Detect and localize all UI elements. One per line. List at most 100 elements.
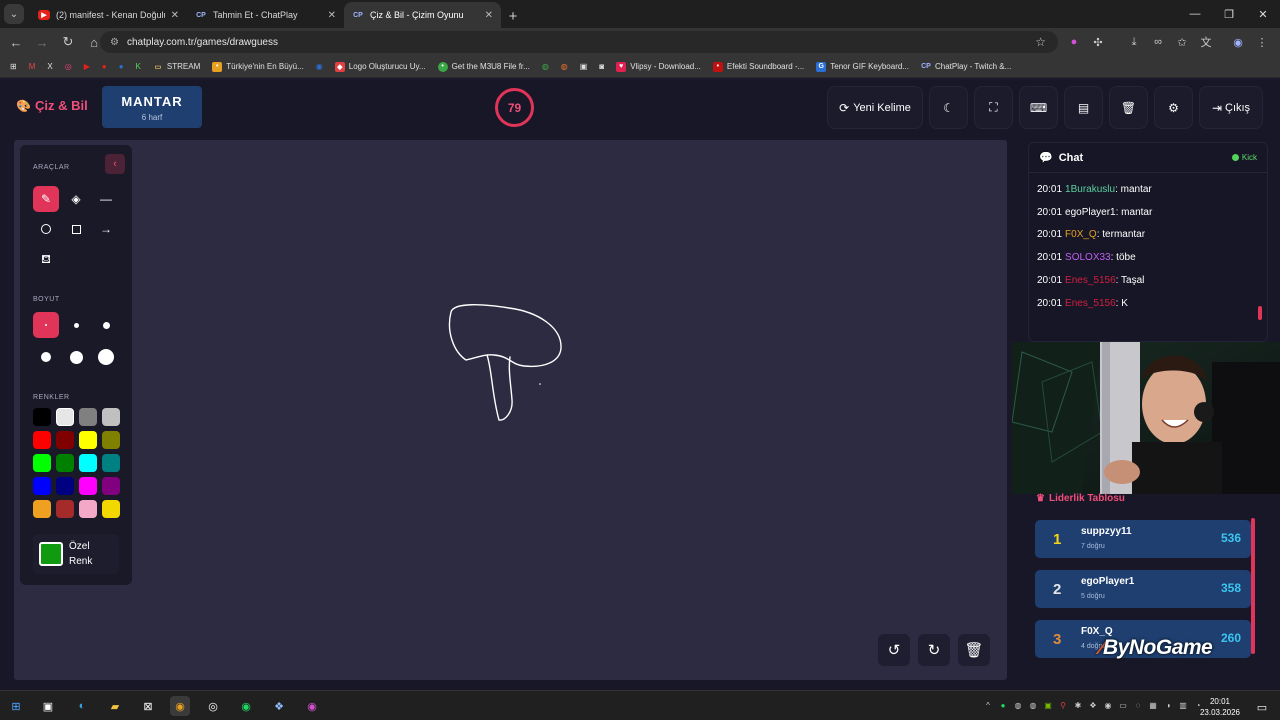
extension-icon[interactable]: ● [1064,32,1084,52]
tray-icon[interactable]: ▭ [1117,699,1129,712]
leaderboard-scrollbar[interactable] [1251,518,1255,654]
trash-button[interactable]: 🗑 [1109,86,1148,129]
chat-scrollbar[interactable] [1258,306,1262,320]
size-option-6[interactable] [93,344,119,370]
color-swatch[interactable] [33,431,51,449]
message-username[interactable]: 1Burakuslu [1065,184,1115,195]
notifications-icon[interactable]: ▭ [1252,697,1272,717]
line-tool[interactable]: — [93,186,119,212]
menu-icon[interactable]: ⋮ [1252,32,1272,52]
color-swatch[interactable] [33,408,51,426]
bookmark-m3u8[interactable]: • Get the M3U8 File fr... [434,61,534,72]
bookmark-site-icon[interactable]: ◙ [595,62,608,71]
network-icon[interactable]: ▥ [1177,699,1189,712]
color-swatch[interactable] [102,431,120,449]
message-username[interactable]: SOLOX33 [1065,252,1111,263]
bookmark-site-icon[interactable]: ● [98,62,111,71]
bookmark-site-icon[interactable]: ◍ [557,62,572,71]
color-swatch[interactable] [79,477,97,495]
collapse-panel-button[interactable]: ‹ [105,154,125,174]
clear-canvas-button[interactable]: 🗑 [958,634,990,666]
dark-mode-button[interactable]: ☾ [929,86,968,129]
profile-icon[interactable]: ◉ [1228,32,1248,52]
browser-tab-tahmin[interactable]: CP Tahmin Et - ChatPlay ✕ [187,2,344,28]
bookmark-turkiye[interactable]: • Türkiye'nin En Büyü... [208,61,308,72]
color-swatch[interactable] [33,454,51,472]
bookmark-site-icon[interactable]: ● [115,62,128,71]
redo-button[interactable]: ↻ [918,634,950,666]
color-swatch[interactable] [79,500,97,518]
close-tab-icon[interactable]: ✕ [171,10,179,21]
size-option-5[interactable] [63,344,89,370]
color-swatch[interactable] [102,408,120,426]
color-swatch[interactable] [79,431,97,449]
browser-tab-cizbil[interactable]: CP Çiz & Bil - Çizim Oyunu ✕ [344,2,501,28]
address-bar[interactable]: ⚙ chatplay.com.tr/games/drawguess ☆ [100,31,1058,53]
tray-icon[interactable]: ◑ [1162,699,1174,712]
bookmark-tenor[interactable]: G Tenor GIF Keyboard... [812,61,913,72]
color-swatch[interactable] [79,454,97,472]
task-view-icon[interactable]: ▣ [38,696,58,716]
color-swatch[interactable] [56,500,74,518]
message-username[interactable]: Enes_5156 [1065,298,1116,309]
close-tab-icon[interactable]: ✕ [485,10,493,21]
arrow-tool[interactable]: → [93,216,119,242]
youtube-icon[interactable]: ▶ [80,62,94,71]
message-username[interactable]: F0X_Q [1065,229,1097,240]
fullscreen-button[interactable]: ⛶ [974,86,1013,129]
windows-start-icon[interactable]: ⊞ [6,696,26,716]
new-tab-button[interactable]: + [501,4,525,28]
custom-color-button[interactable]: Özel Renk [33,534,119,574]
brush-tool[interactable]: ✎ [33,186,59,212]
tray-icon[interactable]: ◌ [1132,699,1144,712]
nvidia-icon[interactable]: ▣ [1042,699,1054,712]
tray-icon[interactable]: ✱ [1072,699,1084,712]
tray-icon[interactable]: ◍ [1027,699,1039,712]
tray-icon[interactable]: ❖ [1087,699,1099,712]
color-swatch[interactable] [102,454,120,472]
tray-icon[interactable]: ◍ [1012,699,1024,712]
tray-arrow-icon[interactable]: ^ [982,699,994,712]
color-swatch[interactable] [79,408,97,426]
eraser-tool[interactable]: ◈ [63,186,89,212]
obs-icon[interactable]: ◎ [203,696,223,716]
bookmark-site-icon[interactable]: ▣ [576,62,592,71]
archive-button[interactable]: ▤ [1064,86,1103,129]
color-swatch[interactable] [33,477,51,495]
tray-icon[interactable]: ⚲ [1057,699,1069,712]
tray-icon[interactable]: ◉ [1102,699,1114,712]
chrome-icon[interactable]: ◉ [170,696,190,716]
clock[interactable]: 20:01 23.03.2026 [1200,696,1240,718]
color-swatch[interactable] [56,431,74,449]
x-icon[interactable]: X [43,62,56,71]
download-icon[interactable]: ⤓ [1124,32,1144,52]
rectangle-tool[interactable] [63,216,89,242]
browser-tab-youtube[interactable]: ▶ (2) manifest - Kenan Doğulu Ka ✕ [30,2,187,28]
fill-tool[interactable]: ⛾ [33,247,59,273]
color-swatch[interactable] [56,477,74,495]
bookmark-star-icon[interactable]: ☆ [1035,35,1046,49]
url-text[interactable]: chatplay.com.tr/games/drawguess [127,37,278,48]
color-swatch[interactable] [33,500,51,518]
message-username[interactable]: Enes_5156 [1065,275,1116,286]
size-option-4[interactable] [33,344,59,370]
link-icon[interactable]: ∞ [1148,32,1168,52]
bookmark-stream[interactable]: ▭ STREAM [149,62,204,72]
bookmark-logo[interactable]: ◆ Logo Oluşturucu Uy... [331,61,430,72]
color-swatch[interactable] [102,500,120,518]
tray-icon[interactable]: ▦ [1147,699,1159,712]
restore-icon[interactable]: ❐ [1212,0,1246,28]
keyboard-button[interactable]: ⌨ [1019,86,1058,129]
apps-icon[interactable]: ⊞ [6,62,21,71]
drawing-canvas[interactable]: ARAÇLAR ‹ ✎ ◈ — → ⛾ BOYUT RENKLER Özel Re… [14,140,1007,680]
bookmark-chrome-icon[interactable]: ◉ [312,62,327,71]
size-option-1[interactable] [33,312,59,338]
color-swatch[interactable] [56,454,74,472]
file-explorer-icon[interactable]: ▰ [105,696,125,716]
bookmark-chatplay[interactable]: CP ChatPlay - Twitch &... [917,62,1015,72]
store-icon[interactable]: ⊠ [138,696,158,716]
message-username[interactable]: egoPlayer1 [1065,207,1116,218]
chat-message-list[interactable]: 20:01 1Burakuslu: mantar 20:01 egoPlayer1: … [1029,173,1267,315]
app-icon[interactable]: ❖ [269,696,289,716]
exit-button[interactable]: ⇥ Çıkış [1199,86,1263,129]
